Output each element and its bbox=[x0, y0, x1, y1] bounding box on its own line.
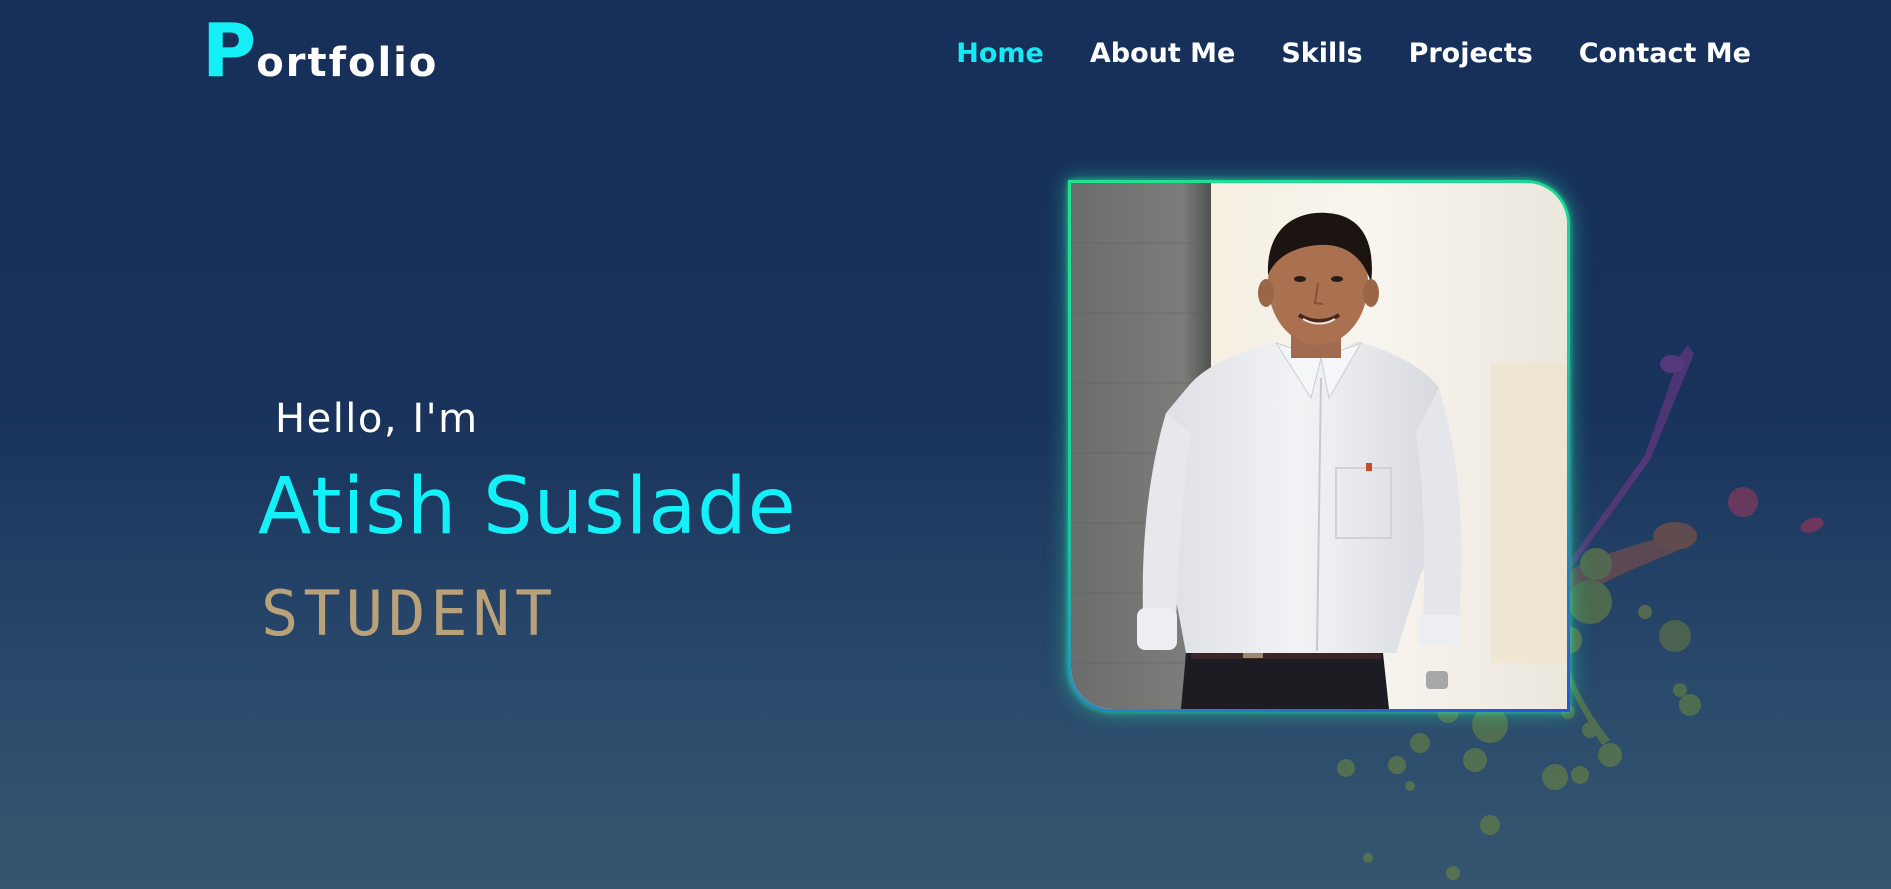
main-nav: Home About Me Skills Projects Contact Me bbox=[956, 38, 1751, 69]
nav-home[interactable]: Home bbox=[956, 38, 1044, 69]
nav-contact-me[interactable]: Contact Me bbox=[1579, 38, 1751, 69]
hero-greeting: Hello, I'm bbox=[275, 396, 479, 442]
logo[interactable]: Portfolio bbox=[202, 14, 438, 88]
logo-text: ortfolio bbox=[256, 40, 439, 86]
nav-projects[interactable]: Projects bbox=[1409, 38, 1533, 69]
profile-photo bbox=[1068, 180, 1570, 712]
hero-name: Atish Suslade bbox=[258, 462, 797, 552]
nav-skills[interactable]: Skills bbox=[1281, 38, 1362, 69]
logo-initial: P bbox=[202, 8, 257, 94]
hero-role: STUDENT bbox=[261, 577, 558, 650]
nav-about-me[interactable]: About Me bbox=[1090, 38, 1235, 69]
profile-photo-image bbox=[1071, 183, 1567, 709]
